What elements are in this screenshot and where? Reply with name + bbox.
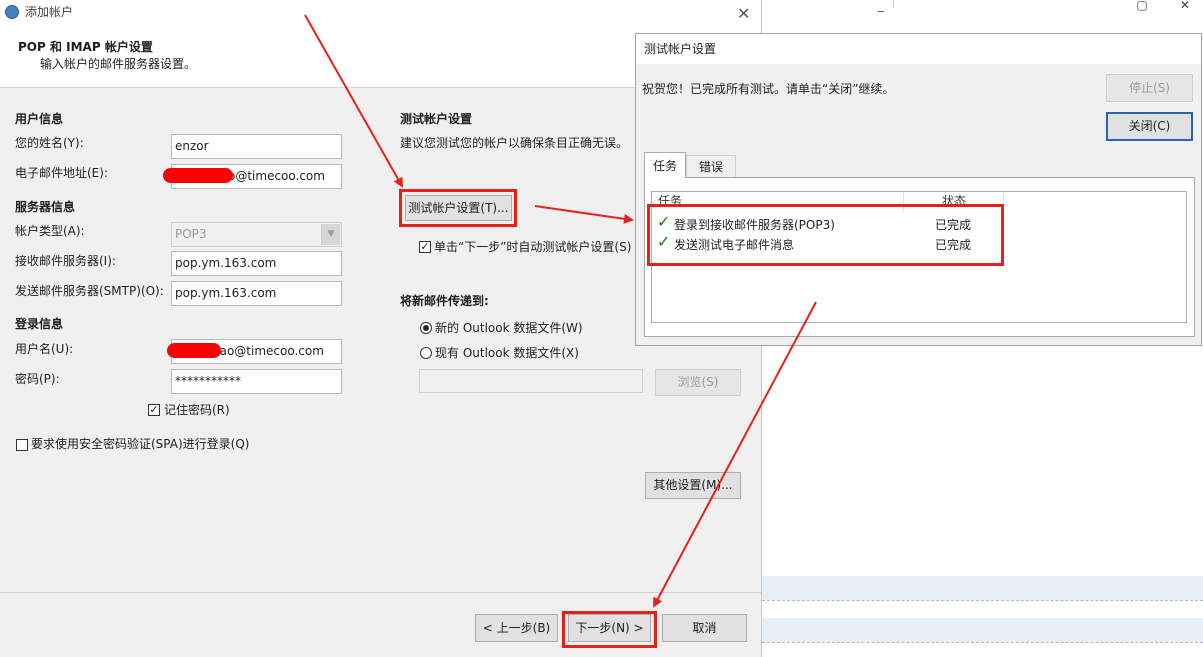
test-account-settings-dialog: 测试帐户设置 祝贺您！已完成所有测试。请单击“关闭”继续。 停止(S) 关闭(C… (635, 33, 1202, 346)
account-type-select: POP3 ▼ (171, 222, 342, 247)
window-title: 添加帐户 (25, 5, 74, 19)
tab-errors-label: 错误 (699, 160, 724, 174)
footer-divider (0, 592, 761, 593)
username-value: hao@timecoo.com (212, 344, 324, 358)
test-settings-description: 建议您测试您的帐户以确保条目正确无误。 (400, 136, 629, 150)
background-row-divider (762, 642, 1203, 643)
name-field[interactable]: enzor (171, 134, 342, 159)
spa-label: 要求使用安全密码验证(SPA)进行登录(Q) (31, 437, 250, 451)
close-button[interactable]: 关闭(C) (1106, 112, 1193, 141)
auto-test-label: 单击“下一步”时自动测试帐户设置(S) (434, 240, 632, 254)
redaction-mark (163, 168, 233, 183)
browse-button: 浏览(S) (655, 369, 741, 396)
background-list-row (762, 618, 1203, 642)
remember-password-checkbox[interactable]: ✓ (148, 404, 160, 416)
background-restore-button[interactable]: ▢ (1129, 0, 1155, 12)
outgoing-server-field[interactable]: pop.ym.163.com (171, 281, 342, 306)
tab-tasks-label: 任务 (653, 159, 678, 173)
header-title: POP 和 IMAP 帐户设置 (18, 40, 153, 54)
close-icon[interactable]: ✕ (737, 4, 750, 23)
background-list-row (762, 576, 1203, 600)
test-dialog-titlebar (636, 34, 1201, 64)
redaction-mark (167, 343, 221, 358)
login-info-section-label: 登录信息 (15, 317, 64, 331)
deliver-to-section-label: 将新邮件传递到: (400, 294, 489, 308)
background-row-divider (762, 600, 1203, 601)
background-close-button[interactable]: ✕ (1172, 0, 1198, 12)
account-type-label: 帐户类型(A): (15, 224, 85, 238)
server-info-section-label: 服务器信息 (15, 200, 76, 214)
email-value: o@timecoo.com (228, 169, 325, 183)
existing-data-file-radio[interactable] (420, 347, 432, 359)
tab-errors[interactable]: 错误 (686, 155, 736, 177)
incoming-server-label: 接收邮件服务器(I): (15, 254, 116, 268)
background-minimize-button[interactable]: _ (868, 0, 894, 12)
radio-selected-dot (423, 325, 429, 331)
highlight-task-results (647, 204, 1004, 266)
test-dialog-title: 测试帐户设置 (644, 42, 717, 56)
chevron-down-icon: ▼ (321, 224, 340, 245)
existing-data-file-path (419, 369, 643, 393)
account-type-value: POP3 (175, 227, 207, 241)
user-info-section-label: 用户信息 (15, 112, 64, 126)
more-settings-button[interactable]: 其他设置(M)... (645, 472, 741, 499)
password-label: 密码(P): (15, 372, 60, 386)
remember-password-label: 记住密码(R) (164, 403, 230, 417)
stop-button: 停止(S) (1106, 74, 1193, 102)
auto-test-checkbox[interactable]: ✓ (419, 241, 431, 253)
header-subtitle: 输入帐户的邮件服务器设置。 (40, 57, 197, 71)
highlight-next-button (562, 611, 657, 648)
test-result-message: 祝贺您！已完成所有测试。请单击“关闭”继续。 (642, 82, 895, 96)
new-data-file-label: 新的 Outlook 数据文件(W) (435, 321, 583, 335)
email-label: 电子邮件地址(E): (15, 166, 108, 180)
highlight-test-button (399, 189, 517, 227)
cancel-button[interactable]: 取消 (662, 614, 747, 642)
back-button[interactable]: < 上一步(B) (475, 614, 558, 642)
new-data-file-radio[interactable] (420, 322, 432, 334)
background-divider (893, 0, 894, 8)
incoming-server-field[interactable]: pop.ym.163.com (171, 251, 342, 276)
tab-tasks[interactable]: 任务 (644, 152, 686, 178)
name-label: 您的姓名(Y): (15, 136, 84, 150)
test-settings-section-label: 测试帐户设置 (400, 112, 473, 126)
outlook-app-icon (5, 5, 19, 19)
username-label: 用户名(U): (15, 342, 74, 356)
spa-checkbox[interactable] (16, 439, 28, 451)
password-field[interactable]: *********** (171, 369, 342, 394)
existing-data-file-label: 现有 Outlook 数据文件(X) (435, 346, 579, 360)
outgoing-server-label: 发送邮件服务器(SMTP)(O): (15, 284, 164, 298)
background-content (762, 345, 1203, 657)
